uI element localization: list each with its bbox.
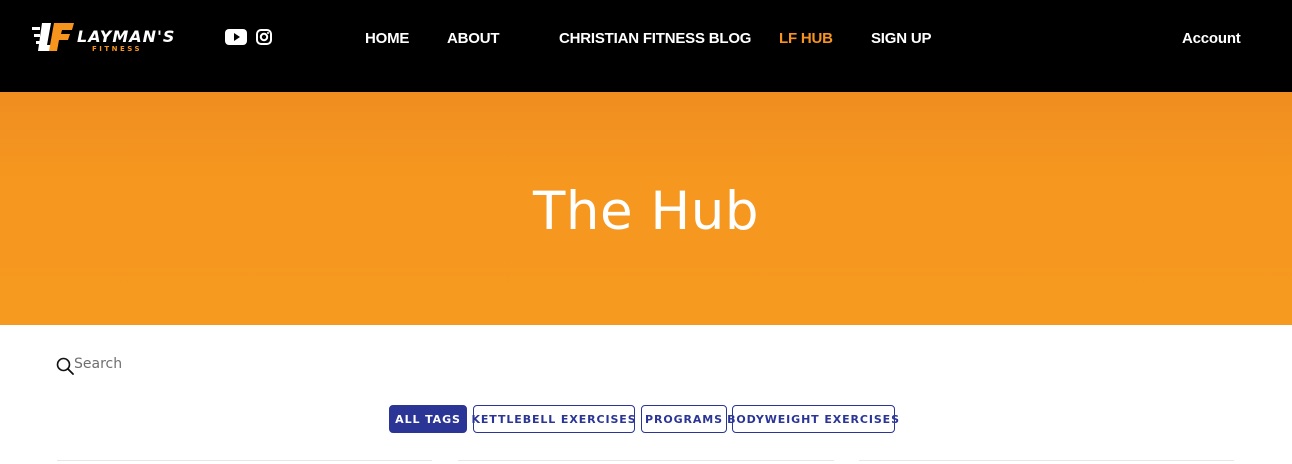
- site-header: LAYMAN'S FITNESS HOME ABOUT CHRISTIAN FI…: [0, 0, 1292, 92]
- hero-banner: The Hub: [0, 92, 1292, 325]
- search-input[interactable]: [74, 356, 274, 372]
- nav-about[interactable]: ABOUT: [447, 30, 500, 47]
- tag-all-tags[interactable]: ALL TAGS: [389, 405, 467, 433]
- account-link[interactable]: Account: [1182, 30, 1241, 47]
- layman-logo-mark: LAYMAN'S FITNESS: [32, 23, 175, 53]
- logo-wordmark: LAYMAN'S: [77, 27, 175, 46]
- tag-bodyweight-exercises[interactable]: BODYWEIGHT EXERCISES: [727, 405, 899, 433]
- post-card[interactable]: [57, 460, 432, 464]
- site-logo[interactable]: LAYMAN'S FITNESS: [32, 21, 222, 53]
- post-card[interactable]: [458, 460, 834, 464]
- search-bar: [56, 353, 274, 375]
- youtube-icon[interactable]: [225, 29, 247, 45]
- post-card[interactable]: [859, 460, 1234, 464]
- instagram-icon[interactable]: [256, 29, 272, 45]
- search-icon[interactable]: [56, 357, 74, 375]
- nav-home[interactable]: HOME: [365, 30, 409, 47]
- nav-sign-up[interactable]: SIGN UP: [871, 30, 931, 47]
- page-title: The Hub: [532, 181, 759, 242]
- logo-subtitle: FITNESS: [92, 45, 142, 53]
- tag-kettlebell-exercises[interactable]: KETTLEBELL EXERCISES: [471, 405, 636, 433]
- nav-lf-hub[interactable]: LF HUB: [779, 30, 833, 47]
- tag-programs[interactable]: PROGRAMS: [641, 405, 727, 433]
- tag-filter-bar: ALL TAGS KETTLEBELL EXERCISES PROGRAMS B…: [0, 405, 1292, 433]
- nav-christian-fitness-blog[interactable]: CHRISTIAN FITNESS BLOG: [559, 30, 751, 47]
